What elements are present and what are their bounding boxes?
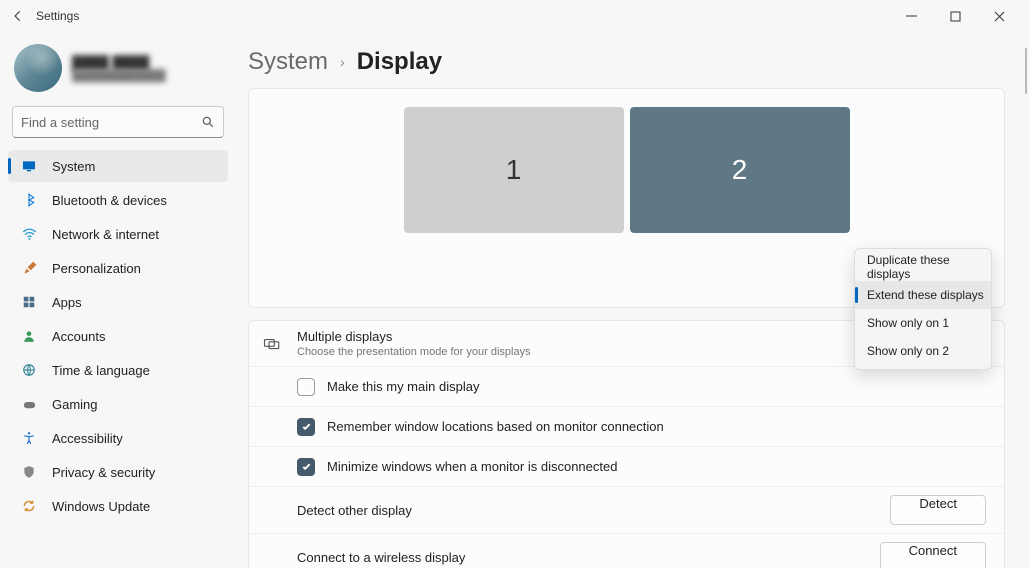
dropdown-duplicate[interactable]: Duplicate these displays <box>855 253 991 281</box>
person-icon <box>20 327 38 345</box>
nav-label: Windows Update <box>52 499 150 514</box>
brush-icon <box>20 259 38 277</box>
close-button[interactable] <box>977 1 1021 31</box>
avatar <box>14 44 62 92</box>
user-email: ████████████ <box>72 70 166 82</box>
globe-icon <box>20 361 38 379</box>
make-main-label: Make this my main display <box>327 379 479 394</box>
checkbox-remember[interactable] <box>297 418 315 436</box>
display-mode-dropdown: Duplicate these displays Extend these di… <box>854 248 992 370</box>
nav-label: Network & internet <box>52 227 159 242</box>
nav-system[interactable]: System <box>8 150 228 182</box>
remember-row[interactable]: Remember window locations based on monit… <box>249 407 1004 447</box>
nav-accessibility[interactable]: Accessibility <box>8 422 228 454</box>
nav-bluetooth[interactable]: Bluetooth & devices <box>8 184 228 216</box>
minimize-row[interactable]: Minimize windows when a monitor is disco… <box>249 447 1004 487</box>
nav-list: System Bluetooth & devices Network & int… <box>8 150 228 522</box>
nav-apps[interactable]: Apps <box>8 286 228 318</box>
nav-label: Accounts <box>52 329 105 344</box>
search-icon <box>201 115 215 129</box>
content-area: System › Display 1 2 Identify Duplicate … <box>240 32 1029 568</box>
nav-update[interactable]: Windows Update <box>8 490 228 522</box>
minimize-button[interactable] <box>889 1 933 31</box>
search-input[interactable] <box>21 115 201 130</box>
nav-personalization[interactable]: Personalization <box>8 252 228 284</box>
checkbox-minimize[interactable] <box>297 458 315 476</box>
detect-row: Detect other display Detect <box>249 487 1004 534</box>
nav-time[interactable]: Time & language <box>8 354 228 386</box>
user-block[interactable]: ████ ████ ████████████ <box>14 44 222 92</box>
shield-icon <box>20 463 38 481</box>
breadcrumb-current: Display <box>357 48 442 76</box>
nav-label: Bluetooth & devices <box>52 193 167 208</box>
minimize-label: Minimize windows when a monitor is disco… <box>327 459 617 474</box>
gaming-icon <box>20 395 38 413</box>
nav-accounts[interactable]: Accounts <box>8 320 228 352</box>
wireless-label: Connect to a wireless display <box>297 550 465 565</box>
nav-label: Gaming <box>52 397 98 412</box>
nav-label: System <box>52 159 95 174</box>
accessibility-icon <box>20 429 38 447</box>
wifi-icon <box>20 225 38 243</box>
search-box[interactable] <box>12 106 224 138</box>
breadcrumb-parent[interactable]: System <box>248 48 328 76</box>
nav-privacy[interactable]: Privacy & security <box>8 456 228 488</box>
nav-label: Apps <box>52 295 82 310</box>
section-title: Multiple displays <box>297 329 531 344</box>
dropdown-show1[interactable]: Show only on 1 <box>855 309 991 337</box>
back-button[interactable] <box>8 6 28 26</box>
monitor-layout[interactable]: 1 2 <box>267 107 986 233</box>
nav-label: Personalization <box>52 261 141 276</box>
nav-label: Time & language <box>52 363 150 378</box>
maximize-button[interactable] <box>933 1 977 31</box>
make-main-row[interactable]: Make this my main display <box>249 367 1004 407</box>
title-bar: Settings <box>0 0 1029 32</box>
user-name: ████ ████ <box>72 55 166 70</box>
nav-network[interactable]: Network & internet <box>8 218 228 250</box>
connect-button[interactable]: Connect <box>880 542 986 568</box>
monitor-2[interactable]: 2 <box>630 107 850 233</box>
sidebar: ████ ████ ████████████ System Bluetooth … <box>0 32 240 568</box>
update-icon <box>20 497 38 515</box>
breadcrumb: System › Display <box>248 48 1005 76</box>
nav-label: Accessibility <box>52 431 123 446</box>
detect-label: Detect other display <box>297 503 412 518</box>
dropdown-extend[interactable]: Extend these displays <box>855 281 991 309</box>
app-title: Settings <box>36 9 889 23</box>
detect-button[interactable]: Detect <box>890 495 986 525</box>
display-arrangement-card: 1 2 Identify Duplicate these displays Ex… <box>248 88 1005 308</box>
display-icon <box>20 157 38 175</box>
wireless-row: Connect to a wireless display Connect <box>249 534 1004 568</box>
nav-gaming[interactable]: Gaming <box>8 388 228 420</box>
section-subtitle: Choose the presentation mode for your di… <box>297 346 531 358</box>
monitor-1[interactable]: 1 <box>404 107 624 233</box>
scrollbar[interactable] <box>1025 48 1027 94</box>
nav-label: Privacy & security <box>52 465 155 480</box>
checkbox-make-main[interactable] <box>297 378 315 396</box>
bluetooth-icon <box>20 191 38 209</box>
dropdown-show2[interactable]: Show only on 2 <box>855 337 991 365</box>
chevron-right-icon: › <box>340 54 345 70</box>
window-controls <box>889 1 1021 31</box>
apps-icon <box>20 293 38 311</box>
multidisplay-icon <box>263 335 281 353</box>
remember-label: Remember window locations based on monit… <box>327 419 664 434</box>
